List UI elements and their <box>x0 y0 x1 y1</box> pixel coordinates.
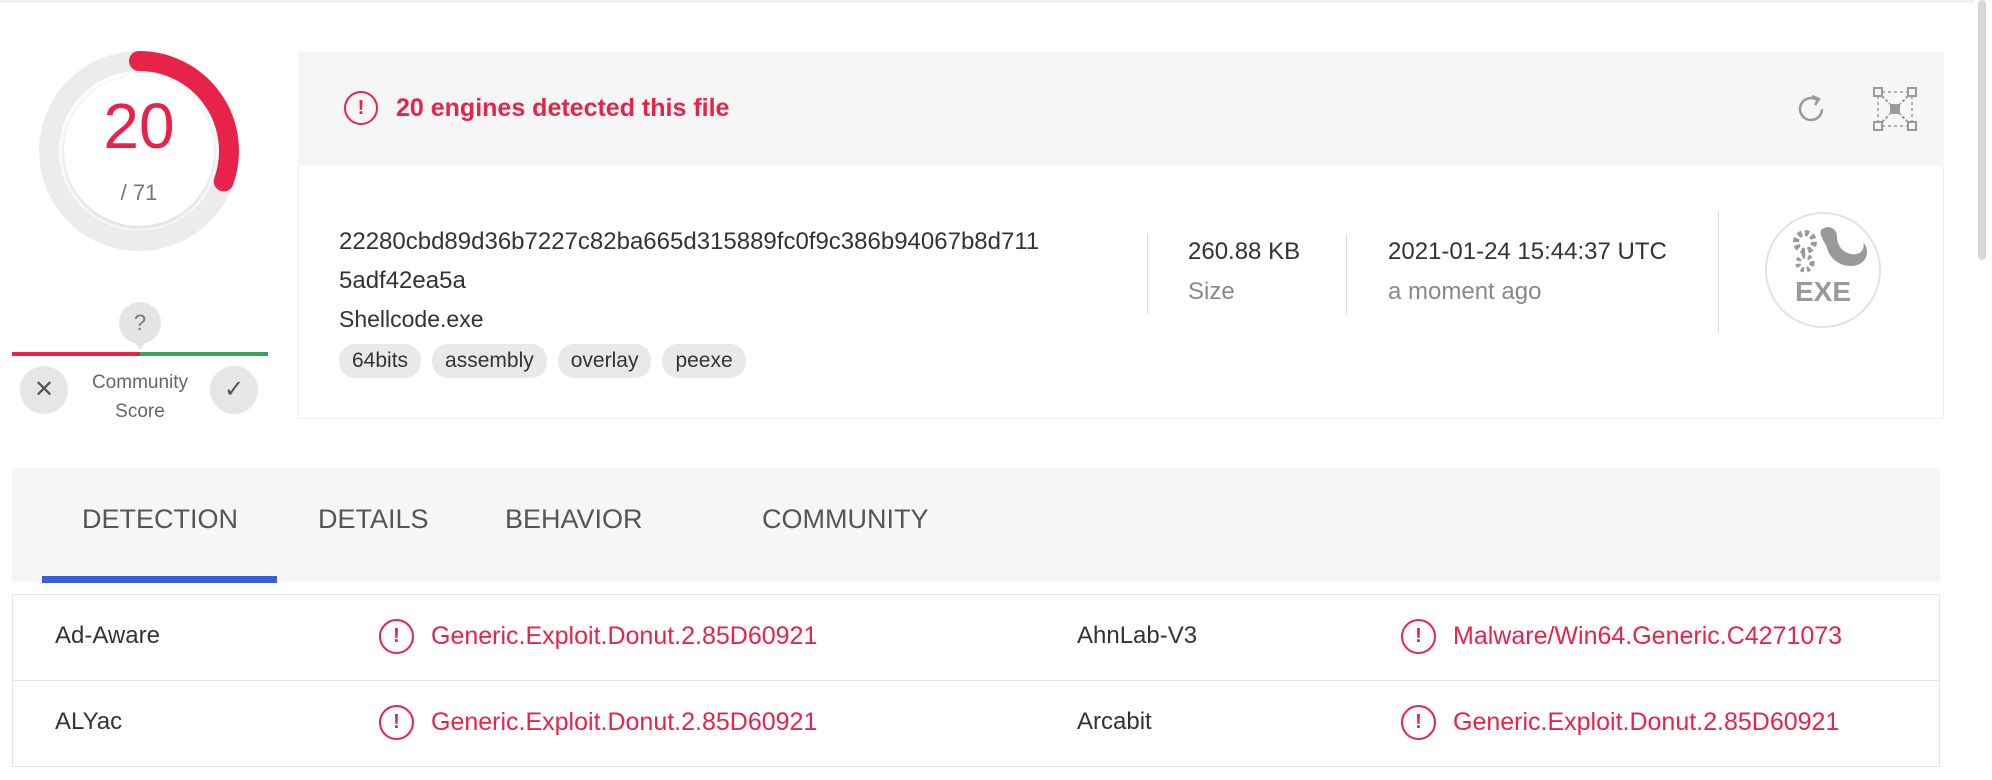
detection-result[interactable]: ! Generic.Exploit.Donut.2.85D60921 <box>379 705 817 740</box>
graph-view-icon[interactable] <box>1872 86 1918 132</box>
scrollbar[interactable] <box>1974 0 1992 780</box>
exe-file-type-icon: EXE <box>1765 212 1881 328</box>
community-score-pointer <box>131 336 149 350</box>
table-row: Ad-Aware ! Generic.Exploit.Donut.2.85D60… <box>13 595 1939 681</box>
alert-icon: ! <box>344 91 378 125</box>
detections-table: Ad-Aware ! Generic.Exploit.Donut.2.85D60… <box>12 594 1940 767</box>
file-size-label: Size <box>1188 278 1235 305</box>
detection-label: Generic.Exploit.Donut.2.85D60921 <box>431 708 818 736</box>
divider <box>1346 234 1347 314</box>
file-hash[interactable]: 22280cbd89d36b7227c82ba665d315889fc0f9c3… <box>339 222 1119 300</box>
exe-label: EXE <box>1794 276 1852 307</box>
scrollbar-thumb[interactable] <box>1978 0 1986 260</box>
detection-label: Malware/Win64.Generic.C4271073 <box>1453 622 1843 650</box>
alert-text: 20 engines detected this file <box>396 93 730 122</box>
engine-name: AhnLab-V3 <box>1077 622 1198 649</box>
tab-detection[interactable]: DETECTION <box>82 504 238 535</box>
active-tab-indicator <box>42 576 277 583</box>
community-label-line2: Score <box>115 401 165 422</box>
alert-icon: ! <box>1401 705 1436 740</box>
checkmark-icon: ✓ <box>223 376 245 403</box>
analysis-date: 2021-01-24 15:44:37 UTC <box>1388 238 1667 265</box>
detection-result[interactable]: ! Generic.Exploit.Donut.2.85D60921 <box>379 619 817 654</box>
vote-malicious-button[interactable]: ✕ <box>20 366 68 414</box>
detection-label: Generic.Exploit.Donut.2.85D60921 <box>1453 708 1840 736</box>
analysis-date-relative: a moment ago <box>1388 278 1542 305</box>
engine-name: ALYac <box>55 708 123 735</box>
gears-icon <box>1793 227 1867 273</box>
tag-assembly[interactable]: assembly <box>432 344 547 378</box>
tag-overlay[interactable]: overlay <box>557 344 652 378</box>
score-detected: 20 <box>103 90 175 162</box>
file-tags: 64bits assembly overlay peexe <box>339 344 746 378</box>
tab-community[interactable]: COMMUNITY <box>762 504 928 535</box>
tab-behavior[interactable]: BEHAVIOR <box>505 504 643 535</box>
file-name: Shellcode.exe <box>339 306 484 332</box>
vote-harmless-button[interactable]: ✓ <box>210 366 258 414</box>
community-bar-malicious <box>12 352 140 356</box>
score-total: / 71 <box>120 180 158 205</box>
file-report-header: ! 20 engines detected this file <box>298 52 1944 166</box>
alert-icon: ! <box>379 705 414 740</box>
detection-result[interactable]: ! Generic.Exploit.Donut.2.85D60921 <box>1401 705 1839 740</box>
alert-icon: ! <box>1401 619 1436 654</box>
community-score-label: Community Score <box>74 368 206 426</box>
community-label-line1: Community <box>91 372 189 393</box>
detection-score-gauge: 20 / 71 <box>38 50 240 252</box>
community-bar-harmless <box>140 352 268 356</box>
close-icon: ✕ <box>33 376 55 403</box>
file-size-value: 260.88 KB <box>1188 238 1301 265</box>
table-row: ALYac ! Generic.Exploit.Donut.2.85D60921… <box>13 681 1939 767</box>
file-info-card: 22280cbd89d36b7227c82ba665d315889fc0f9c3… <box>298 166 1944 419</box>
detection-result[interactable]: ! Malware/Win64.Generic.C4271073 <box>1401 619 1842 654</box>
file-hash-line1: 22280cbd89d36b7227c82ba665d315889fc0f9c3… <box>339 228 1040 255</box>
tag-peexe[interactable]: peexe <box>662 344 746 378</box>
detection-label: Generic.Exploit.Donut.2.85D60921 <box>431 622 818 650</box>
top-divider <box>0 0 1992 3</box>
engine-name: Arcabit <box>1077 708 1152 735</box>
alert-icon: ! <box>379 619 414 654</box>
tag-64bits[interactable]: 64bits <box>339 344 422 378</box>
file-hash-line2: 5adf42ea5a <box>339 267 466 294</box>
divider <box>1147 234 1148 314</box>
engine-name: Ad-Aware <box>55 622 160 649</box>
reanalyze-icon[interactable] <box>1792 90 1830 128</box>
divider <box>1718 212 1719 332</box>
tab-details[interactable]: DETAILS <box>318 504 429 535</box>
detection-alert: ! 20 engines detected this file <box>344 91 729 125</box>
report-tabs: DETECTION DETAILS BEHAVIOR COMMUNITY <box>12 468 1940 583</box>
